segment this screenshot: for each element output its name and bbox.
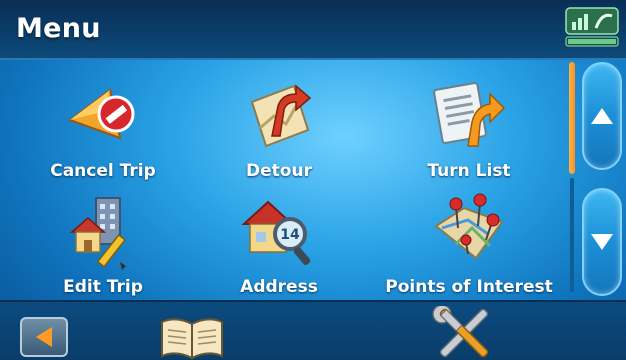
menu-item-label: Turn List xyxy=(427,161,511,181)
menu-screen: Menu Cancel Trip Detour Turn List Edit T… xyxy=(0,0,626,360)
arrow-up-icon xyxy=(591,108,613,124)
menu-item-label: Points of Interest xyxy=(385,277,553,297)
scroll-down-button[interactable] xyxy=(582,188,622,296)
menu-item-cancel-trip[interactable]: Cancel Trip xyxy=(8,72,198,187)
edit-trip-icon xyxy=(70,197,127,270)
menu-item-label: Edit Trip xyxy=(63,277,143,297)
menu-grid: Cancel Trip Detour Turn List Edit Trip 1… xyxy=(0,58,565,298)
turn-list-icon xyxy=(433,82,506,147)
settings-tools-icon[interactable] xyxy=(430,306,500,360)
cancel-trip-icon xyxy=(67,88,135,140)
header-bar: Menu xyxy=(0,0,626,60)
back-arrow-icon xyxy=(36,327,52,347)
scroll-up-button[interactable] xyxy=(582,62,622,170)
arrow-down-icon xyxy=(591,234,613,250)
signal-status-icon[interactable] xyxy=(564,6,620,48)
address-icon: 14 xyxy=(241,200,311,266)
svg-text:14: 14 xyxy=(280,227,300,243)
menu-item-turn-list[interactable]: Turn List xyxy=(374,72,564,187)
scrollbar-thumb[interactable] xyxy=(569,62,575,174)
back-button[interactable] xyxy=(20,317,68,357)
page-title: Menu xyxy=(16,13,101,44)
menu-item-points-of-interest[interactable]: Points of Interest xyxy=(374,188,564,303)
menu-item-label: Address xyxy=(240,277,318,297)
menu-item-address[interactable]: 14 Address xyxy=(184,188,374,303)
menu-item-edit-trip[interactable]: Edit Trip xyxy=(8,188,198,303)
detour-icon xyxy=(250,84,312,148)
book-icon[interactable] xyxy=(158,312,226,360)
footer-bar xyxy=(0,300,626,360)
menu-item-label: Cancel Trip xyxy=(50,161,156,181)
menu-item-detour[interactable]: Detour xyxy=(184,72,374,187)
points-of-interest-icon xyxy=(434,193,504,260)
menu-item-label: Detour xyxy=(246,161,312,181)
scrollbar-rail xyxy=(570,178,574,292)
scrollbar[interactable] xyxy=(566,60,578,296)
